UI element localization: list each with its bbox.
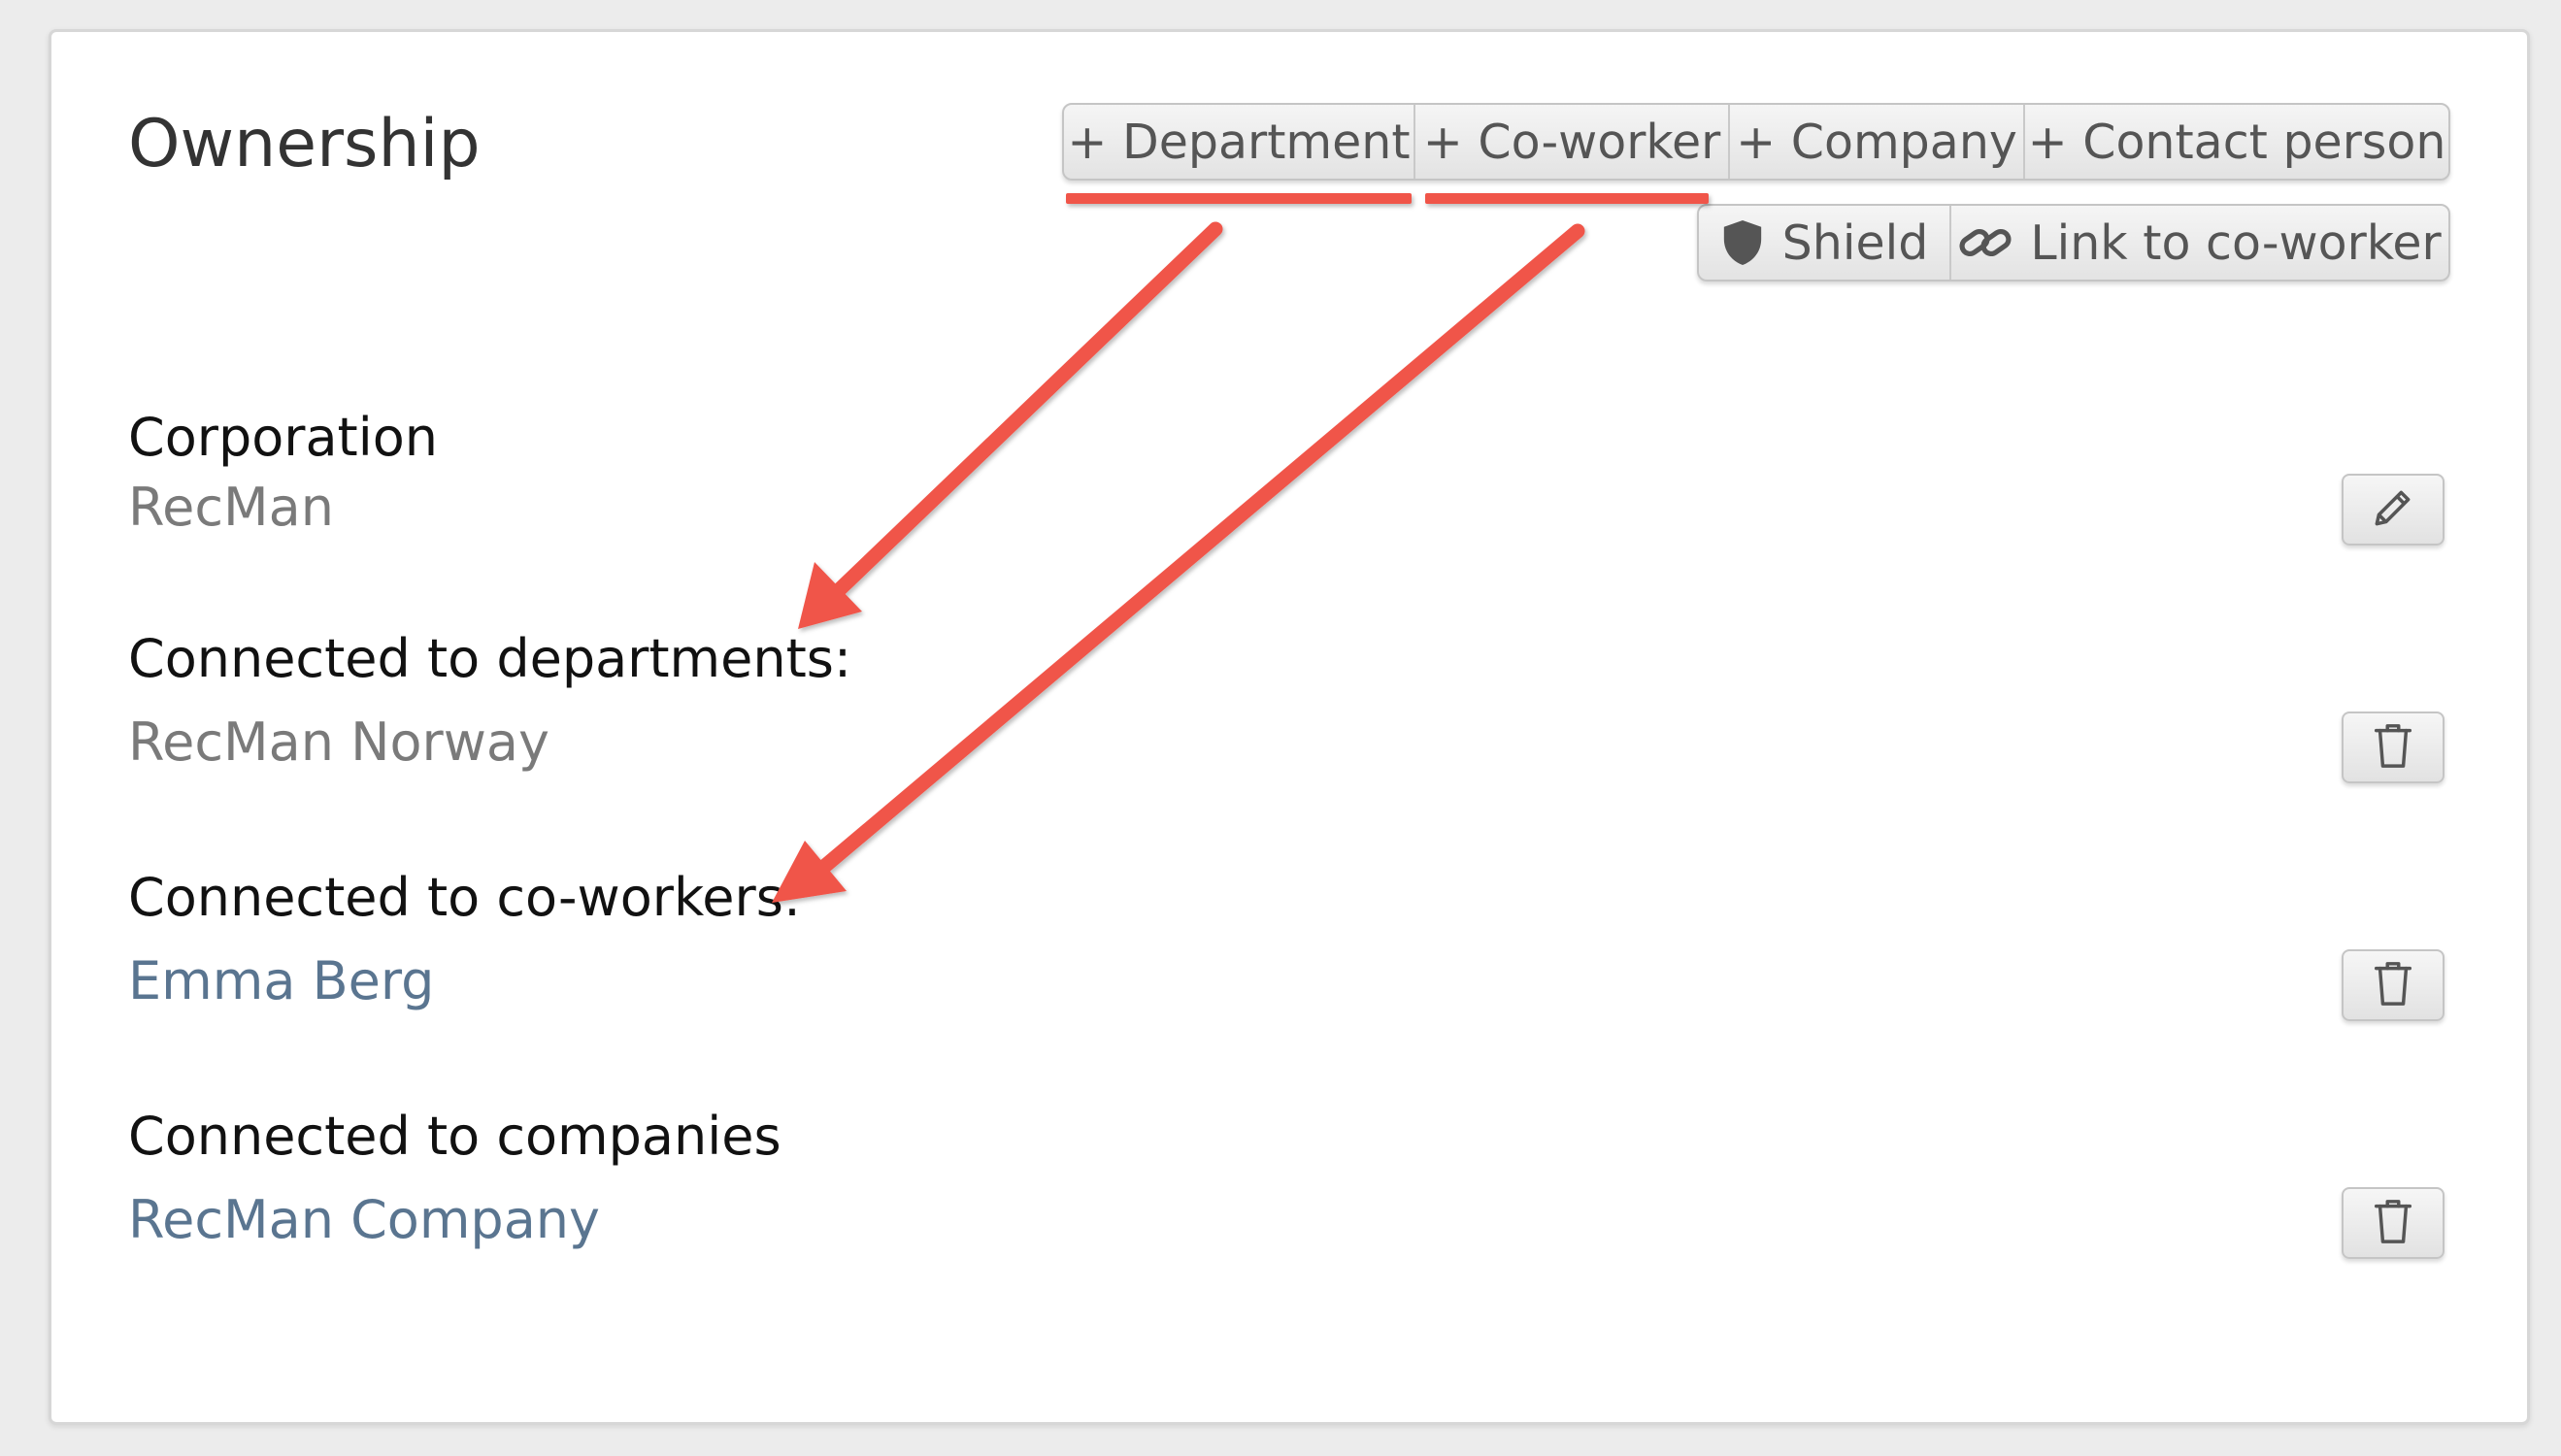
departments-label: Connected to departments: xyxy=(128,628,852,689)
remove-coworker-button[interactable] xyxy=(2342,949,2445,1021)
trash-icon xyxy=(2372,1197,2414,1249)
add-button-group: + Department + Co-worker + Company + Con… xyxy=(1062,103,2450,181)
link-icon xyxy=(1958,219,2012,266)
add-department-button[interactable]: + Department xyxy=(1064,105,1415,179)
add-company-button[interactable]: + Company xyxy=(1730,105,2025,179)
corporation-value: RecMan xyxy=(128,477,334,538)
add-contact-person-button[interactable]: + Contact person xyxy=(2025,105,2448,179)
remove-department-button[interactable] xyxy=(2342,711,2445,783)
corporation-label: Corporation xyxy=(128,407,438,468)
remove-company-button[interactable] xyxy=(2342,1187,2445,1259)
shield-button[interactable]: Shield xyxy=(1699,206,1951,280)
companies-section: Connected to companies RecMan Company xyxy=(128,1110,782,1246)
coworkers-label: Connected to co-workers: xyxy=(128,867,802,928)
departments-section: Connected to departments: RecMan Norway xyxy=(128,633,851,769)
trash-icon xyxy=(2372,721,2414,774)
panel-title: Ownership xyxy=(128,106,481,182)
shield-icon xyxy=(1720,218,1765,267)
corporation-section: Corporation RecMan xyxy=(128,412,438,534)
action-button-group: Shield Link to co-worker xyxy=(1697,204,2450,281)
company-link[interactable]: RecMan Company xyxy=(128,1194,782,1246)
add-coworker-button[interactable]: + Co-worker xyxy=(1415,105,1730,179)
shield-button-label: Shield xyxy=(1781,215,1929,271)
companies-label: Connected to companies xyxy=(128,1106,782,1167)
department-value: RecMan Norway xyxy=(128,711,549,773)
link-to-coworker-button[interactable]: Link to co-worker xyxy=(1951,206,2448,280)
link-to-coworker-label: Link to co-worker xyxy=(2030,215,2442,271)
coworker-link[interactable]: Emma Berg xyxy=(128,955,801,1008)
pencil-icon xyxy=(2369,483,2417,536)
trash-icon xyxy=(2372,959,2414,1011)
edit-corporation-button[interactable] xyxy=(2342,474,2445,546)
coworkers-section: Connected to co-workers: Emma Berg xyxy=(128,872,801,1008)
